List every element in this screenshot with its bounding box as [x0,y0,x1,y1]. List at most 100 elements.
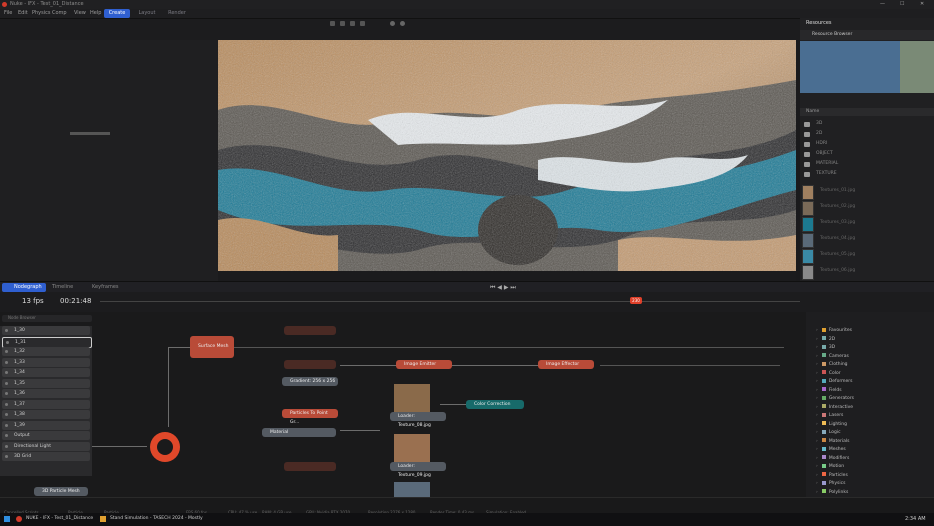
expand-icon[interactable]: › [816,447,818,452]
node-dim-1[interactable] [284,326,336,335]
timeline-track[interactable] [100,301,800,302]
viewer[interactable] [218,40,796,271]
expand-icon[interactable]: › [816,345,818,350]
folder-item[interactable]: OBJECT [800,150,934,160]
expand-icon[interactable]: › [816,481,818,486]
node-loader-1[interactable]: Loader: Texture_08.jpg [390,412,446,428]
tool-list-item[interactable]: 1_38 [2,410,90,419]
tool-visibility-icon[interactable] [5,444,8,448]
playback-controls-icon[interactable]: ⏮ ◀ ▶ ⏭ [490,284,516,292]
expand-icon[interactable]: › [816,413,818,418]
node-surface-mesh[interactable]: Surface Mesh [190,336,234,358]
tool-list-item[interactable]: Output [2,431,90,440]
tool-visibility-icon[interactable] [5,434,8,437]
menu-view[interactable]: View [74,10,86,16]
scale-tool-icon[interactable] [360,21,365,26]
expand-icon[interactable]: › [816,430,818,435]
hub-node[interactable] [150,432,180,462]
expand-icon[interactable]: › [816,337,818,342]
node-dim-3[interactable] [284,462,336,471]
tool-list-item[interactable]: Directional Light [2,441,90,451]
file-item[interactable]: Textures_03.jpg [800,216,934,232]
close-icon[interactable]: ✕ [920,1,924,7]
tab-timeline[interactable]: Timeline [52,284,73,290]
expand-icon[interactable]: › [816,473,818,478]
node-gradient[interactable]: Gradient: 256 x 256 [282,377,338,386]
expand-icon[interactable]: › [816,464,818,469]
maximize-icon[interactable]: ☐ [900,1,904,7]
file-item[interactable]: Textures_01.jpg [800,184,934,200]
file-item[interactable]: Textures_02.jpg [800,200,934,216]
tool-visibility-icon[interactable] [5,392,8,395]
rotate-tool-icon[interactable] [350,21,355,26]
tool-list-item[interactable]: 1_31 [2,336,92,348]
tool-visibility-icon[interactable] [5,360,8,364]
tool-list-item[interactable]: 1_36 [2,389,90,398]
tab-nodegraph[interactable]: Nodegraph [2,283,46,292]
expand-icon[interactable]: › [816,388,818,393]
tool-visibility-icon[interactable] [5,371,8,374]
tool-list-item[interactable]: 1_37 [2,399,90,409]
tool-list-item[interactable]: 1_34 [2,368,90,377]
menu-help[interactable]: Help [90,10,101,16]
light-icon[interactable] [400,21,405,26]
tool-list-item[interactable]: 1_32 [2,347,90,356]
tool-visibility-icon[interactable] [5,423,8,427]
tool-list-item[interactable]: 1_35 [2,378,90,388]
node-particle-mesh[interactable]: 3D Particle Mesh [34,487,88,496]
library-item[interactable]: › Polylinks [816,488,926,497]
resources-tab[interactable]: Resources [806,20,832,26]
folder-item[interactable]: 3D [800,120,934,130]
folder-item[interactable]: 2D [800,130,934,140]
nodegraph-canvas[interactable]: Node Browser Surface Mesh Image Emitter … [0,312,806,497]
tab-create[interactable]: Create [104,9,130,18]
tool-visibility-icon[interactable] [5,455,8,458]
menu-file[interactable]: File [4,10,12,16]
taskbar-app-2[interactable]: Stand Simulation - TASECH 2024 - Mostly [110,516,203,521]
expand-icon[interactable]: › [816,371,818,376]
tab-keyframes[interactable]: Keyframes [92,284,119,290]
node-search-input[interactable]: Node Browser [2,315,92,322]
node-dim-2[interactable] [284,360,336,369]
taskbar-app-1[interactable]: NUKE - IFX - Test_01_Distance [26,516,93,521]
expand-icon[interactable]: › [816,354,818,359]
file-item[interactable]: Textures_04.jpg [800,232,934,248]
tool-visibility-icon[interactable] [5,329,8,332]
tab-layout[interactable]: Layout [134,9,160,18]
tool-visibility-icon[interactable] [5,381,8,385]
file-item[interactable]: Textures_05.jpg [800,248,934,264]
folder-app-icon[interactable] [100,516,106,522]
folder-item[interactable]: HDRI [800,140,934,150]
menu-comp[interactable]: Comp [52,10,67,16]
tool-visibility-icon[interactable] [5,350,8,353]
expand-icon[interactable]: › [816,396,818,401]
expand-icon[interactable]: › [816,405,818,410]
move-tool-icon[interactable] [340,21,345,26]
expand-icon[interactable]: › [816,328,818,333]
expand-icon[interactable]: › [816,490,818,495]
folder-item[interactable]: MATERIAL [800,160,934,170]
tool-list-item[interactable]: 1_39 [2,420,90,430]
tool-list-item[interactable]: 1_33 [2,357,90,367]
tool-list-item[interactable]: 1_30 [2,326,90,335]
menu-edit[interactable]: Edit [18,10,28,16]
tab-render[interactable]: Render [164,9,190,18]
node-material[interactable]: Material [262,428,336,437]
expand-icon[interactable]: › [816,362,818,367]
node-color-correction[interactable]: Color Correction [466,400,524,409]
tool-visibility-icon[interactable] [5,413,8,416]
windows-start-icon[interactable] [4,516,10,522]
file-item[interactable]: Textures_06.jpg [800,264,934,280]
menu-physics[interactable]: Physics [32,10,51,16]
camera-icon[interactable] [390,21,395,26]
minimize-icon[interactable]: — [880,1,885,7]
node-loader-2[interactable]: Loader: Texture_09.jpg [390,462,446,478]
name-column[interactable]: Name [806,109,819,114]
folder-item[interactable]: TEXTURE [800,170,934,180]
node-image-emitter[interactable]: Image Emitter [396,360,452,369]
tool-list-item[interactable]: 3D Grid [2,452,90,461]
playhead-frame[interactable]: 230 [630,297,642,304]
node-particles-to-point[interactable]: Particles To Point Gr... [282,409,338,425]
tool-visibility-icon[interactable] [5,402,8,406]
tool-visibility-icon[interactable] [6,340,9,344]
